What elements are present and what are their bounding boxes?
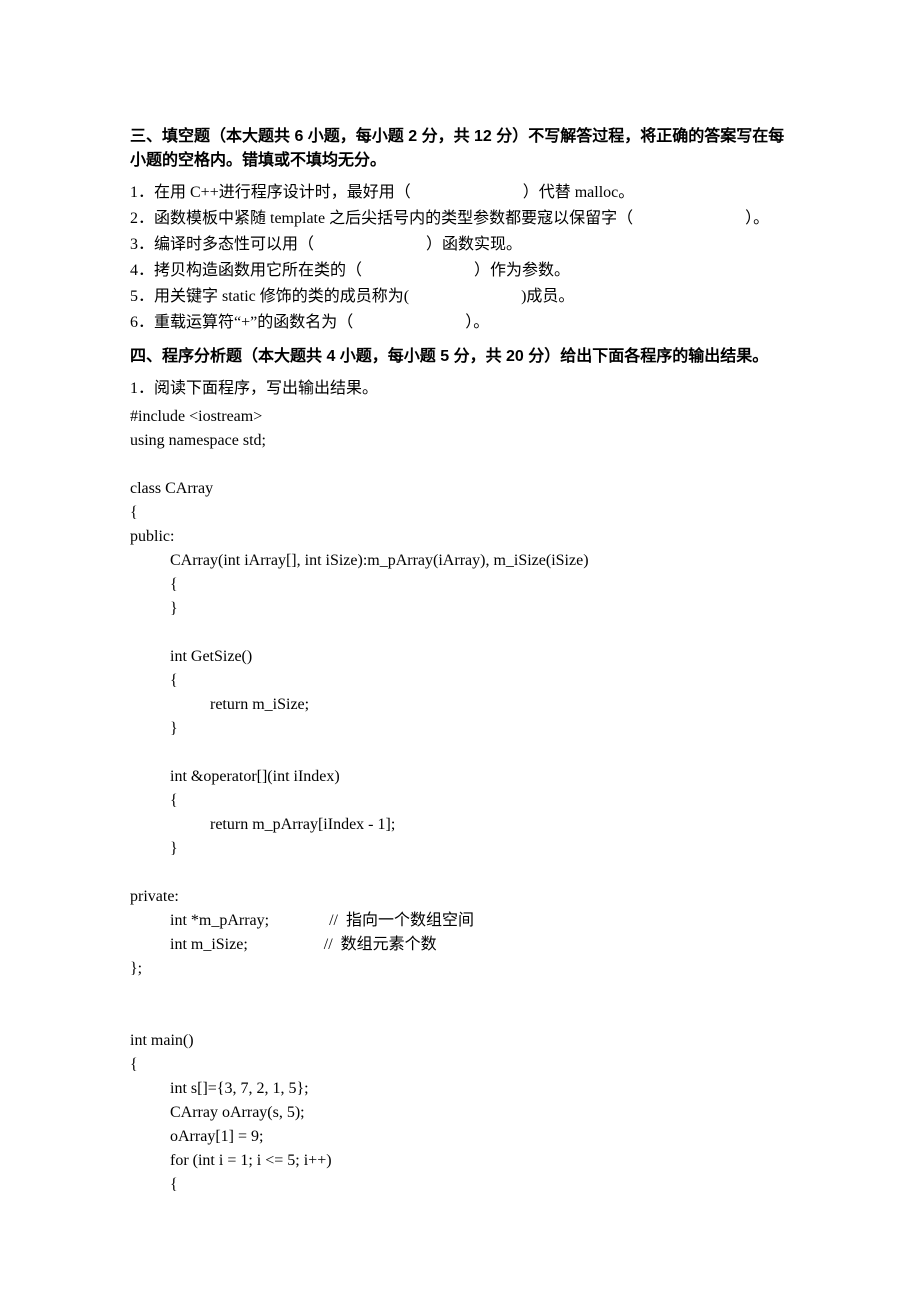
code-line: int &operator[](int iIndex) xyxy=(130,765,790,789)
code-line: { xyxy=(130,573,790,597)
section-3-items: 1．在用 C++进行程序设计时，最好用（ ）代替 malloc。 2．函数模板中… xyxy=(130,181,790,335)
code-line: CArray(int iArray[], int iSize):m_pArray… xyxy=(130,549,790,573)
code-line: { xyxy=(130,669,790,693)
code-line: int GetSize() xyxy=(130,645,790,669)
section-3-title: 三、填空题（本大题共 6 小题，每小题 2 分，共 12 分）不写解答过程，将正… xyxy=(130,125,790,173)
code-line: } xyxy=(130,597,790,621)
code-line: private: xyxy=(130,885,790,909)
code-line xyxy=(130,741,790,765)
code-line xyxy=(130,1005,790,1029)
code-line: int main() xyxy=(130,1029,790,1053)
code-line: { xyxy=(130,501,790,525)
fill-blank-item: 2．函数模板中紧随 template 之后尖括号内的类型参数都要寇以保留字（ ）… xyxy=(130,207,790,231)
code-line: }; xyxy=(130,957,790,981)
code-line: CArray oArray(s, 5); xyxy=(130,1101,790,1125)
code-line: int s[]={3, 7, 2, 1, 5}; xyxy=(130,1077,790,1101)
code-line: using namespace std; xyxy=(130,429,790,453)
code-line: } xyxy=(130,717,790,741)
fill-blank-item: 4．拷贝构造函数用它所在类的（ ）作为参数。 xyxy=(130,259,790,283)
code-line: for (int i = 1; i <= 5; i++) xyxy=(130,1149,790,1173)
fill-blank-item: 3．编译时多态性可以用（ ）函数实现。 xyxy=(130,233,790,257)
code-line: return m_pArray[iIndex - 1]; xyxy=(130,813,790,837)
code-line: #include <iostream> xyxy=(130,405,790,429)
code-block: #include <iostream>using namespace std; c… xyxy=(130,405,790,1197)
code-line xyxy=(130,981,790,1005)
code-line: class CArray xyxy=(130,477,790,501)
code-line: int *m_pArray; // 指向一个数组空间 xyxy=(130,909,790,933)
code-line: public: xyxy=(130,525,790,549)
code-line: { xyxy=(130,789,790,813)
fill-blank-item: 1．在用 C++进行程序设计时，最好用（ ）代替 malloc。 xyxy=(130,181,790,205)
code-line xyxy=(130,861,790,885)
code-line: { xyxy=(130,1053,790,1077)
fill-blank-item: 5．用关键字 static 修饰的类的成员称为( )成员。 xyxy=(130,285,790,309)
code-line: oArray[1] = 9; xyxy=(130,1125,790,1149)
code-line: { xyxy=(130,1173,790,1197)
code-line xyxy=(130,453,790,477)
code-line: int m_iSize; // 数组元素个数 xyxy=(130,933,790,957)
code-line xyxy=(130,621,790,645)
code-line: } xyxy=(130,837,790,861)
program-question-prompt: 1．阅读下面程序，写出输出结果。 xyxy=(130,377,790,401)
section-4-title: 四、程序分析题（本大题共 4 小题，每小题 5 分，共 20 分）给出下面各程序… xyxy=(130,345,790,369)
code-line: return m_iSize; xyxy=(130,693,790,717)
fill-blank-item: 6．重载运算符“+”的函数名为（ ）。 xyxy=(130,311,790,335)
